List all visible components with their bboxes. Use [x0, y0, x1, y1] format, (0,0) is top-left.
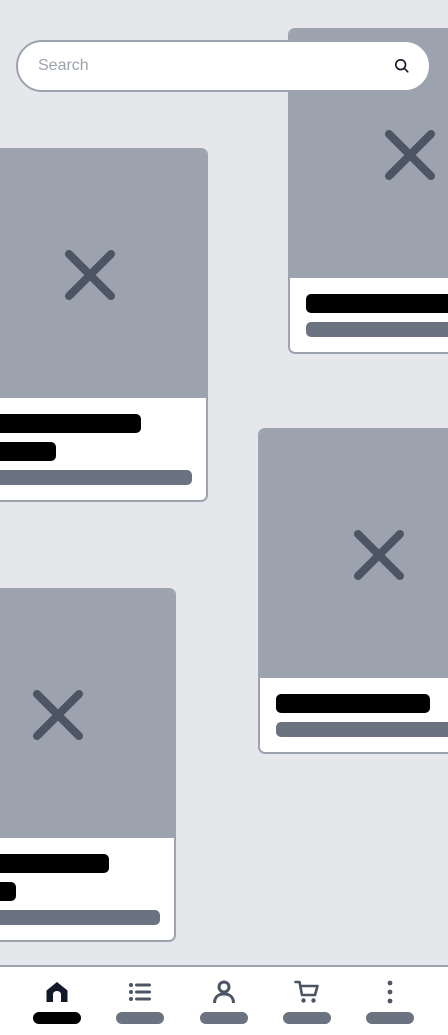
nav-home-label-skeleton [33, 1012, 81, 1024]
nav-home[interactable] [15, 967, 99, 1035]
broken-image-x-icon [33, 690, 83, 740]
nav-list-label-skeleton [116, 1012, 164, 1024]
nav-cart[interactable] [265, 967, 349, 1035]
product-subtitle-skeleton [0, 470, 192, 485]
product-subtitle-skeleton [306, 322, 448, 337]
nav-profile[interactable] [182, 967, 266, 1035]
profile-icon [213, 980, 235, 1004]
nav-more[interactable] [348, 967, 432, 1035]
product-card[interactable] [0, 148, 208, 502]
nav-more-label-skeleton [366, 1012, 414, 1024]
broken-image-x-icon [385, 130, 435, 180]
cart-icon [294, 980, 319, 1003]
bottom-nav [0, 965, 448, 1035]
product-card[interactable] [0, 588, 176, 942]
product-title-skeleton [0, 414, 141, 433]
product-subtitle-skeleton [0, 910, 160, 925]
product-title-skeleton [306, 294, 448, 313]
list-icon [129, 983, 151, 1001]
product-title-skeleton [0, 854, 109, 873]
more-vertical-icon [387, 980, 393, 1004]
product-image-placeholder [0, 150, 206, 398]
product-subtitle-skeleton [276, 722, 448, 737]
broken-image-x-icon [65, 250, 115, 300]
product-title-skeleton-line2 [0, 442, 56, 461]
nav-list[interactable] [98, 967, 182, 1035]
product-image-placeholder [0, 590, 174, 838]
app-screen [0, 0, 448, 1035]
product-card[interactable] [258, 428, 448, 754]
search-icon[interactable] [393, 57, 411, 75]
product-title-skeleton-line2 [0, 882, 16, 901]
search-input[interactable] [38, 57, 393, 75]
product-image-placeholder [260, 430, 448, 678]
product-title-skeleton [276, 694, 430, 713]
nav-cart-label-skeleton [283, 1012, 331, 1024]
search-bar[interactable] [16, 40, 431, 92]
home-icon [46, 982, 68, 1002]
broken-image-x-icon [354, 530, 404, 580]
nav-profile-label-skeleton [200, 1012, 248, 1024]
